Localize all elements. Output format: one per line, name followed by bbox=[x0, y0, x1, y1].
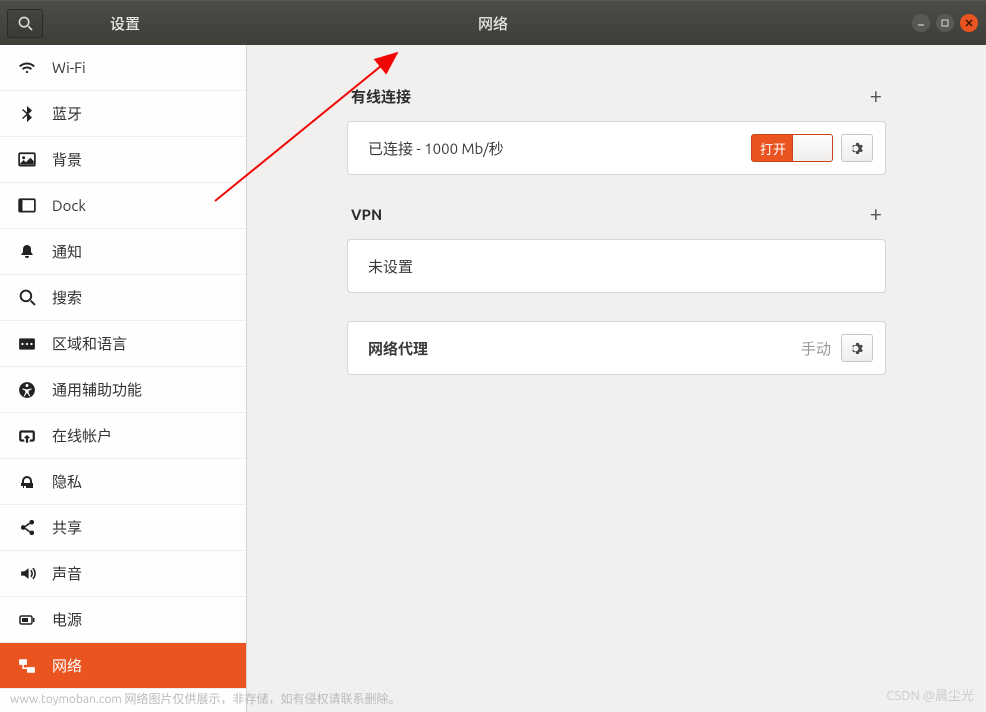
footer-left: www.toymoban.com 网络图片仅供展示，非存储，如有侵权请联系删除。 bbox=[10, 690, 400, 707]
window-controls bbox=[912, 14, 978, 32]
sidebar-item-label: 通知 bbox=[52, 241, 82, 262]
sidebar-item-network[interactable]: 网络 bbox=[0, 643, 246, 689]
wired-settings-button[interactable] bbox=[841, 134, 873, 162]
proxy-settings-button[interactable] bbox=[841, 334, 873, 362]
vpn-add-button[interactable]: + bbox=[870, 203, 882, 225]
sidebar-item-accessibility[interactable]: 通用辅助功能 bbox=[0, 367, 246, 413]
wired-add-button[interactable]: + bbox=[870, 85, 882, 107]
content: 有线连接 + 已连接 - 1000 Mb/秒 打开 VPN bbox=[247, 45, 986, 712]
proxy-row[interactable]: 网络代理 手动 bbox=[348, 322, 885, 374]
sidebar-item-label: 背景 bbox=[52, 149, 82, 170]
toggle-label: 打开 bbox=[752, 139, 786, 158]
minimize-button[interactable] bbox=[912, 14, 930, 32]
footer-right: CSDN @晨尘光 bbox=[886, 685, 974, 704]
sidebar-item-wifi[interactable]: Wi-Fi bbox=[0, 45, 246, 91]
sidebar-item-label: 网络 bbox=[52, 655, 82, 676]
online-accounts-icon bbox=[16, 427, 38, 445]
vpn-row: 未设置 bbox=[348, 240, 885, 292]
search-icon bbox=[18, 16, 33, 31]
sidebar-item-label: Dock bbox=[52, 197, 86, 214]
sidebar-item-label: 隐私 bbox=[52, 471, 82, 492]
maximize-button[interactable] bbox=[936, 14, 954, 32]
sidebar-item-notifications[interactable]: 通知 bbox=[0, 229, 246, 275]
dock-icon bbox=[16, 197, 38, 215]
sidebar-item-bluetooth[interactable]: 蓝牙 bbox=[0, 91, 246, 137]
sidebar-item-label: 搜索 bbox=[52, 287, 82, 308]
sidebar-item-label: 在线帐户 bbox=[52, 425, 112, 446]
wired-toggle[interactable]: 打开 bbox=[751, 134, 833, 162]
close-button[interactable] bbox=[960, 14, 978, 32]
wired-title: 有线连接 bbox=[351, 86, 411, 107]
vpn-section: VPN + 未设置 bbox=[347, 203, 886, 293]
sharing-icon bbox=[16, 519, 38, 536]
sidebar-item-label: 声音 bbox=[52, 563, 82, 584]
background-icon bbox=[16, 151, 38, 169]
search-icon bbox=[16, 289, 38, 306]
sidebar-item-sharing[interactable]: 共享 bbox=[0, 505, 246, 551]
sidebar-item-privacy[interactable]: 隐私 bbox=[0, 459, 246, 505]
toggle-handle bbox=[792, 135, 832, 161]
vpn-title: VPN bbox=[351, 206, 382, 223]
privacy-icon bbox=[16, 474, 38, 490]
app-title: 设置 bbox=[110, 13, 140, 34]
sidebar-item-online-accounts[interactable]: 在线帐户 bbox=[0, 413, 246, 459]
sidebar-item-region[interactable]: 区域和语言 bbox=[0, 321, 246, 367]
sidebar-item-label: 通用辅助功能 bbox=[52, 379, 142, 400]
sound-icon bbox=[16, 565, 38, 582]
proxy-section: 网络代理 手动 bbox=[347, 321, 886, 375]
wired-section: 有线连接 + 已连接 - 1000 Mb/秒 打开 bbox=[347, 85, 886, 175]
sidebar-item-label: 蓝牙 bbox=[52, 103, 82, 124]
region-icon bbox=[16, 335, 38, 353]
sidebar-item-sound[interactable]: 声音 bbox=[0, 551, 246, 597]
accessibility-icon bbox=[16, 381, 38, 399]
gear-icon bbox=[850, 141, 865, 156]
sidebar: Wi-Fi 蓝牙 背景 Dock 通知 搜索 区域和语言 通用辅助功能 bbox=[0, 45, 247, 712]
sidebar-item-label: Wi-Fi bbox=[52, 59, 86, 76]
sidebar-item-label: 共享 bbox=[52, 517, 82, 538]
sidebar-item-search[interactable]: 搜索 bbox=[0, 275, 246, 321]
sidebar-item-power[interactable]: 电源 bbox=[0, 597, 246, 643]
bluetooth-icon bbox=[16, 106, 38, 122]
network-icon bbox=[16, 657, 38, 675]
sidebar-item-label: 电源 bbox=[52, 609, 82, 630]
page-title: 网络 bbox=[478, 13, 508, 34]
bell-icon bbox=[16, 244, 38, 260]
search-button[interactable] bbox=[7, 9, 43, 38]
titlebar: 设置 网络 bbox=[0, 0, 986, 45]
sidebar-item-label: 区域和语言 bbox=[52, 333, 127, 354]
gear-icon bbox=[850, 341, 865, 356]
vpn-status: 未设置 bbox=[368, 256, 873, 277]
wifi-icon bbox=[16, 59, 38, 77]
sidebar-item-background[interactable]: 背景 bbox=[0, 137, 246, 183]
proxy-mode: 手动 bbox=[801, 338, 831, 359]
power-icon bbox=[16, 612, 38, 628]
wired-status: 已连接 - 1000 Mb/秒 bbox=[368, 138, 751, 159]
wired-row: 已连接 - 1000 Mb/秒 打开 bbox=[348, 122, 885, 174]
sidebar-item-dock[interactable]: Dock bbox=[0, 183, 246, 229]
proxy-title: 网络代理 bbox=[368, 338, 801, 359]
